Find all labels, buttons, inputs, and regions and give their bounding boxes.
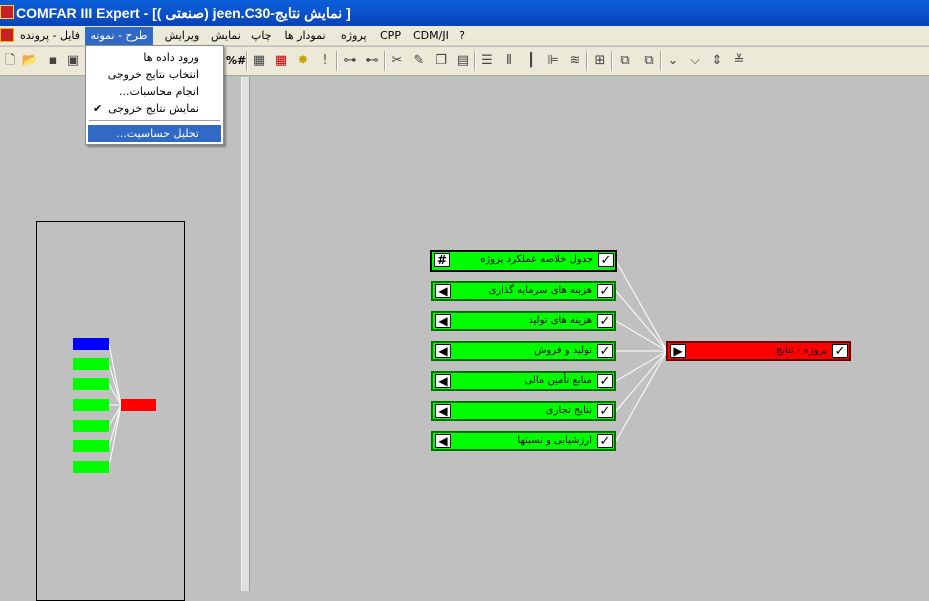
node-label: هزینه های سرمایه گذاری xyxy=(488,285,592,296)
menu-item-label: تحلیل حساسیت... xyxy=(116,127,199,140)
arrow-down-icon[interactable]: ⌄ xyxy=(664,52,682,70)
node-investment-costs[interactable]: ✓ هزینه های سرمایه گذاری ◀ xyxy=(431,281,616,301)
cut-icon[interactable]: ✂ xyxy=(388,52,406,70)
lines-icon[interactable]: ☰ xyxy=(478,52,496,70)
project-design-dropdown: ورود داده ها انتخاب نتایج خروجی انجام مح… xyxy=(85,45,224,145)
toolbar-separator xyxy=(336,51,338,71)
arrow-left-icon[interactable]: ◀ xyxy=(435,404,451,418)
menu-file[interactable]: فایل - پرونده xyxy=(16,27,82,45)
toolbar-separator xyxy=(611,51,613,71)
checkbox-icon[interactable]: ✓ xyxy=(597,434,613,448)
menu-view[interactable]: نمایش xyxy=(207,27,243,45)
exclamation-icon[interactable]: ! xyxy=(316,52,334,70)
edit-icon[interactable]: ✎ xyxy=(410,52,428,70)
node-label: ارزشیابی و نسبتها xyxy=(517,435,592,446)
arrow-left-icon[interactable]: ◀ xyxy=(435,344,451,358)
align-icon[interactable]: ⊫ xyxy=(544,52,562,70)
new-file-icon[interactable]: 🗋 xyxy=(1,52,19,70)
arrow-down-2-icon[interactable]: ⌵ xyxy=(686,52,704,70)
grid-icon[interactable]: ▦ xyxy=(250,52,268,70)
bars-icon[interactable]: ┃ xyxy=(522,52,540,70)
menu-item-calculate[interactable]: انجام محاسبات... xyxy=(88,83,221,100)
title-bar: COMFAR III Expert - [( صنعتی) jeen.C30-ن… xyxy=(0,0,929,26)
window-title: COMFAR III Expert - [( صنعتی) jeen.C30-ن… xyxy=(16,5,351,21)
disk-icon[interactable]: ▪ xyxy=(44,52,62,70)
menu-item-label: ورود داده ها xyxy=(143,51,199,64)
copy-icon[interactable]: ❐ xyxy=(432,52,450,70)
node-label: جدول خلاصه عملکرد پروژه xyxy=(480,254,593,265)
menu-item-label: انتخاب نتایج خروجی xyxy=(107,68,199,81)
toolbar-separator xyxy=(246,51,248,71)
menu-project[interactable]: پروژه xyxy=(337,27,369,45)
node-production-costs[interactable]: ✓ هزینه های تولید ◀ xyxy=(431,311,616,331)
checkbox-icon[interactable]: ✓ xyxy=(597,314,613,328)
workspace: ✓ جدول خلاصه عملکرد پروژه # ✓ هزینه های … xyxy=(0,77,929,601)
menu-help[interactable]: ? xyxy=(455,27,469,45)
arrow-left-icon[interactable]: ◀ xyxy=(435,374,451,388)
menu-charts[interactable]: نمودار ها xyxy=(280,27,330,45)
checkbox-icon[interactable]: ✓ xyxy=(597,374,613,388)
node-production-sales[interactable]: ✓ تولید و فروش ◀ xyxy=(431,341,616,361)
menu-bar: فایل - پرونده طرح - نمونه ویرایش نمایش چ… xyxy=(0,26,929,46)
menu-item-select-output[interactable]: انتخاب نتایج خروجی xyxy=(88,66,221,83)
node-commercial-results[interactable]: ✓ نتایج تجاری ◀ xyxy=(431,401,616,421)
open-folder-icon[interactable]: 📂 xyxy=(21,52,39,70)
toolbar-separator xyxy=(660,51,662,71)
paste-node-icon[interactable]: ⧉ xyxy=(640,52,658,70)
node-label: نتایج تجاری xyxy=(545,405,592,416)
node-label: هزینه های تولید xyxy=(528,315,592,326)
checkbox-icon[interactable]: ✓ xyxy=(597,344,613,358)
arrow-left-icon[interactable]: ◀ xyxy=(435,284,451,298)
tree-expand-icon[interactable]: ⊶ xyxy=(341,52,359,70)
toolbar-separator xyxy=(384,51,386,71)
menu-item-label: انجام محاسبات... xyxy=(119,85,199,98)
node-label: پروژه - نتایج xyxy=(775,345,827,356)
new-star-icon[interactable]: ✸ xyxy=(294,52,312,70)
save-icon[interactable]: ▣ xyxy=(64,52,82,70)
node-financing-sources[interactable]: ✓ منابع تأمین مالی ◀ xyxy=(431,371,616,391)
node-label: تولید و فروش xyxy=(534,345,592,356)
checkbox-icon[interactable]: ✓ xyxy=(597,284,613,298)
arrow-updown-icon[interactable]: ⇕ xyxy=(708,52,726,70)
paste-icon[interactable]: ▤ xyxy=(454,52,472,70)
arrow-left-icon[interactable]: ◀ xyxy=(435,434,451,448)
checkbox-icon[interactable]: ✓ xyxy=(598,253,614,267)
menu-item-label: نمایش نتایج خروجی xyxy=(108,102,199,115)
network-links xyxy=(615,260,668,442)
number-format-icon[interactable]: %# xyxy=(226,52,246,70)
toolbar-separator xyxy=(474,51,476,71)
menu-edit[interactable]: ویرایش xyxy=(157,27,207,45)
node-icon[interactable]: ⊞ xyxy=(591,52,609,70)
node-label: منابع تأمین مالی xyxy=(524,375,593,386)
node-evaluation-ratios[interactable]: ✓ ارزشیابی و نسبتها ◀ xyxy=(431,431,616,451)
arrow-right-icon[interactable]: ▶ xyxy=(670,344,686,358)
hash-icon[interactable]: # xyxy=(434,253,450,267)
menu-item-show-output[interactable]: ✔ نمایش نتایج خروجی xyxy=(88,100,221,117)
menu-project-design[interactable]: طرح - نمونه xyxy=(85,27,153,45)
tree-collapse-icon[interactable]: ⊷ xyxy=(363,52,381,70)
app-icon[interactable] xyxy=(0,5,14,19)
toolbar-separator xyxy=(586,51,588,71)
checkmark-icon: ✔ xyxy=(93,102,103,115)
copy-node-icon[interactable]: ⧉ xyxy=(616,52,634,70)
arrow-left-icon[interactable]: ◀ xyxy=(435,314,451,328)
arrow-double-icon[interactable]: ≚ xyxy=(730,52,748,70)
checkbox-icon[interactable]: ✓ xyxy=(597,404,613,418)
menu-separator xyxy=(89,120,220,122)
checkbox-icon[interactable]: ✓ xyxy=(832,344,848,358)
menu-item-data-input[interactable]: ورود داده ها xyxy=(88,49,221,66)
document-icon[interactable] xyxy=(0,28,14,42)
slope-icon[interactable]: ≋ xyxy=(566,52,584,70)
node-project-summary[interactable]: ✓ جدول خلاصه عملکرد پروژه # xyxy=(430,250,617,272)
columns-icon[interactable]: ⦀ xyxy=(500,52,518,70)
menu-cpp[interactable]: CPP xyxy=(376,27,404,45)
menu-print[interactable]: چاپ xyxy=(247,27,275,45)
menu-item-sensitivity-analysis[interactable]: تحلیل حساسیت... xyxy=(88,125,221,142)
node-project-results[interactable]: ✓ پروژه - نتایج ▶ xyxy=(666,341,851,361)
menu-cdm-ji[interactable]: CDM/JI xyxy=(409,27,451,45)
calculator-icon[interactable]: ▦ xyxy=(272,52,290,70)
